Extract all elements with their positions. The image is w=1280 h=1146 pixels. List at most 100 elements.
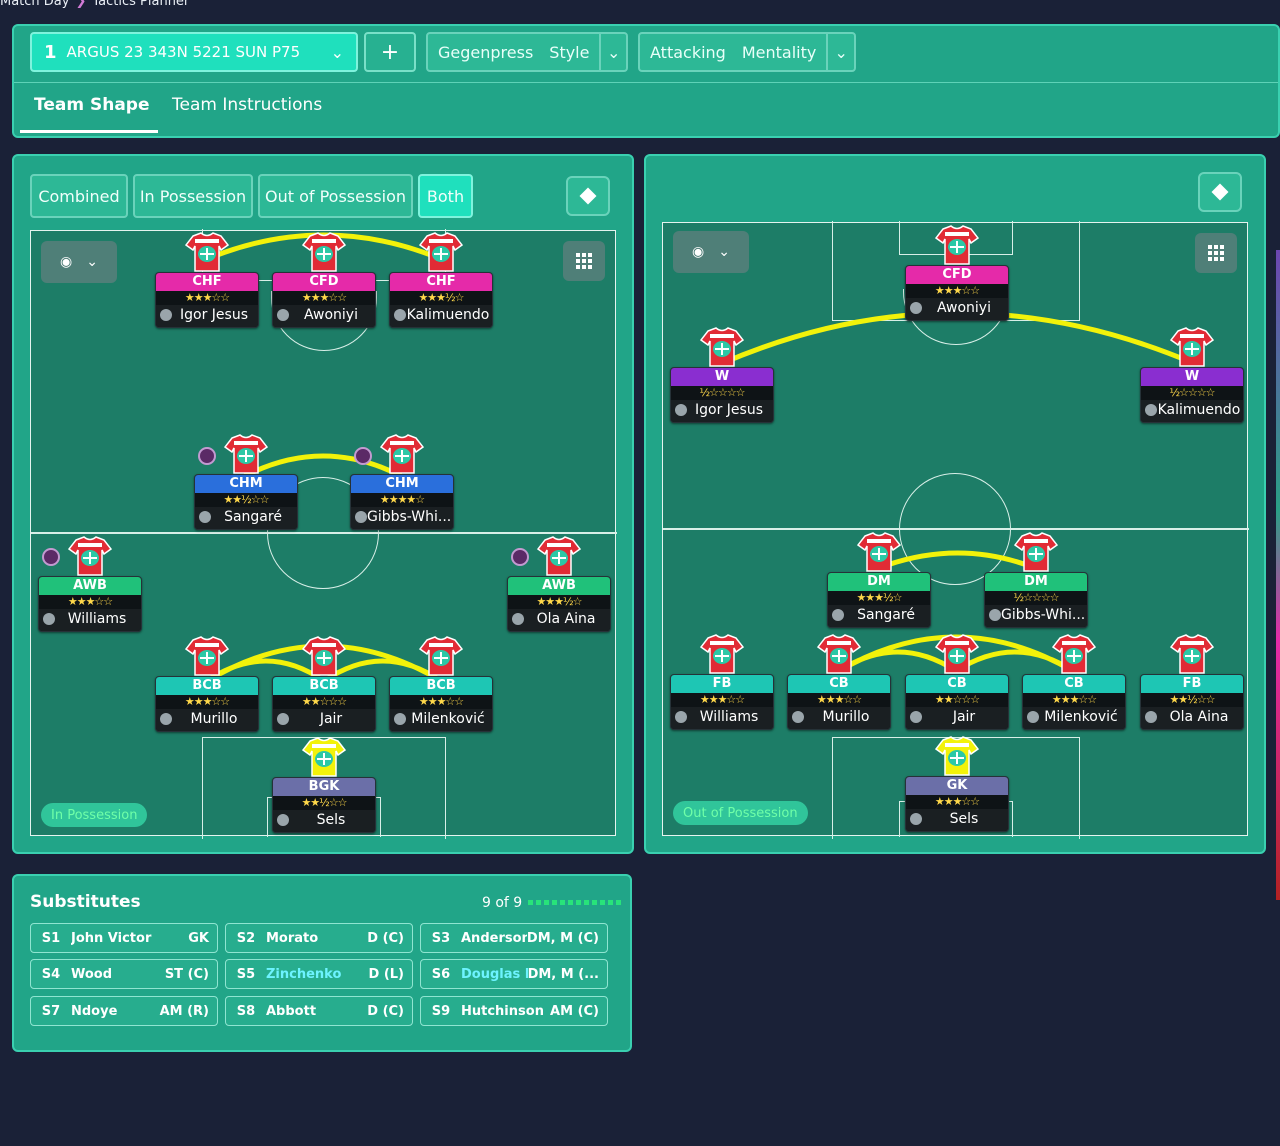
player-card[interactable]: BCB ★★★☆☆ Murillo xyxy=(155,676,259,732)
person-icon xyxy=(394,713,406,725)
player-shirt-icon[interactable] xyxy=(67,536,113,576)
substitute-slot[interactable]: S2 Morato D (C) xyxy=(225,923,413,953)
player-card[interactable]: CFD ★★★☆☆ Awoniyi xyxy=(272,272,376,328)
player-name-row: Jair xyxy=(273,709,375,731)
player-card[interactable]: BCB ★★★☆☆ Milenković xyxy=(389,676,493,732)
player-card[interactable]: CFD ★★★☆☆ Awoniyi xyxy=(905,265,1009,321)
player-shirt-icon[interactable] xyxy=(1051,634,1097,674)
tab-in-possession[interactable]: In Possession xyxy=(133,174,253,218)
role-rating-stars: ★★★☆☆ xyxy=(390,695,492,709)
player-name: Kalimuendo xyxy=(406,307,490,323)
player-shirt-icon[interactable] xyxy=(1169,634,1215,674)
player-shirt-icon[interactable] xyxy=(934,634,980,674)
player-shirt-icon[interactable] xyxy=(418,636,464,676)
style-dropdown[interactable]: Gegenpress Style ⌄ xyxy=(426,32,628,72)
substitute-slot[interactable]: S9 Hutchinson AM (C) xyxy=(420,996,608,1026)
breadcrumb-match-day[interactable]: Match Day xyxy=(0,0,69,9)
substitute-slot[interactable]: S5 Zinchenko D (L) xyxy=(225,959,413,989)
player-card[interactable]: DM ½☆☆☆☆ Gibbs-Whi... xyxy=(984,572,1088,628)
sub-player-position: ST (C) xyxy=(164,966,209,982)
player-card[interactable]: CHM ★★★★☆ Gibbs-Whi... xyxy=(350,474,454,530)
player-shirt-icon[interactable] xyxy=(301,232,347,272)
tab-both[interactable]: Both xyxy=(418,174,473,218)
person-icon xyxy=(160,309,172,321)
instruction-indicator-icon[interactable] xyxy=(511,548,529,566)
tactic-selector[interactable]: 1 ARGUS 23 343N 5221 SUN P75 ⌄ xyxy=(30,32,358,72)
substitute-slot[interactable]: S6 Douglas L...DM, M (... xyxy=(420,959,608,989)
player-shirt-icon[interactable] xyxy=(934,225,980,265)
side-strip xyxy=(1276,250,1280,900)
player-shirt-icon[interactable] xyxy=(223,434,269,474)
mentality-value: Attacking xyxy=(650,42,726,62)
player-shirt-icon[interactable] xyxy=(184,232,230,272)
substitute-slot[interactable]: S7 Ndoye AM (R) xyxy=(30,996,218,1026)
view-options-button[interactable]: ◉ ⌄ xyxy=(41,241,117,283)
rotate-view-button[interactable] xyxy=(1198,172,1242,212)
player-card[interactable]: CB ★★★☆☆ Milenković xyxy=(1022,674,1126,730)
breadcrumb-tactics-planner[interactable]: Tactics Planner xyxy=(92,0,189,9)
tab-team-shape[interactable]: Team Shape xyxy=(34,95,150,115)
player-name-row: Sangaré xyxy=(195,507,297,529)
player-role: CB xyxy=(906,675,1008,693)
player-shirt-icon[interactable] xyxy=(536,536,582,576)
player-name-row: Igor Jesus xyxy=(671,400,773,422)
player-card[interactable]: GK ★★★☆☆ Sels xyxy=(905,776,1009,832)
player-shirt-icon[interactable] xyxy=(816,634,862,674)
player-card[interactable]: AWB ★★★½☆ Ola Aina xyxy=(507,576,611,632)
player-shirt-icon[interactable] xyxy=(301,737,347,777)
view-options-button[interactable]: ◉ ⌄ xyxy=(673,231,749,273)
player-name-row: Milenković xyxy=(390,709,492,731)
player-card[interactable]: BGK ★★½☆☆ Sels xyxy=(272,777,376,833)
person-icon xyxy=(394,309,406,321)
player-card[interactable]: CHM ★★½☆☆ Sangaré xyxy=(194,474,298,530)
grid-view-button[interactable] xyxy=(563,241,605,281)
substitute-slot[interactable]: S8 Abbott D (C) xyxy=(225,996,413,1026)
substitute-slot[interactable]: S4 Wood ST (C) xyxy=(30,959,218,989)
add-tactic-button[interactable]: + xyxy=(364,32,416,72)
player-card[interactable]: CB ★★☆☆☆ Jair xyxy=(905,674,1009,730)
role-rating-stars: ★★★★☆ xyxy=(351,493,453,507)
sub-player-position: D (L) xyxy=(368,966,404,982)
player-card[interactable]: FB ★★★☆☆ Williams xyxy=(670,674,774,730)
player-card[interactable]: BCB ★★☆☆☆ Jair xyxy=(272,676,376,732)
player-card[interactable]: CHF ★★★½☆ Kalimuendo xyxy=(389,272,493,328)
player-card[interactable]: CHF ★★★☆☆ Igor Jesus xyxy=(155,272,259,328)
sub-slot-number: S5 xyxy=(236,966,256,982)
player-shirt-icon[interactable] xyxy=(418,232,464,272)
player-role: CFD xyxy=(906,266,1008,284)
instruction-indicator-icon[interactable] xyxy=(198,447,216,465)
substitute-slot[interactable]: S3 Anderson DM, M (C) xyxy=(420,923,608,953)
mentality-dropdown[interactable]: Attacking Mentality ⌄ xyxy=(638,32,856,72)
player-name: Williams xyxy=(67,611,127,627)
tab-out-of-possession[interactable]: Out of Possession xyxy=(258,174,413,218)
tab-combined[interactable]: Combined xyxy=(30,174,128,218)
role-rating-stars: ★★☆☆☆ xyxy=(906,693,1008,707)
player-shirt-icon[interactable] xyxy=(699,327,745,367)
player-card[interactable]: W ½☆☆☆☆ Kalimuendo xyxy=(1140,367,1244,423)
player-card[interactable]: AWB ★★★☆☆ Williams xyxy=(38,576,142,632)
player-card[interactable]: DM ★★★½☆ Sangaré xyxy=(827,572,931,628)
substitute-slot[interactable]: S1 John Victor GK xyxy=(30,923,218,953)
player-shirt-icon[interactable] xyxy=(934,736,980,776)
player-card[interactable]: CB ★★★☆☆ Murillo xyxy=(787,674,891,730)
instruction-indicator-icon[interactable] xyxy=(354,447,372,465)
rotate-view-button[interactable] xyxy=(566,176,610,216)
substitutes-indicator xyxy=(528,900,621,905)
player-shirt-icon[interactable] xyxy=(856,532,902,572)
player-shirt-icon[interactable] xyxy=(1169,327,1215,367)
grid-view-button[interactable] xyxy=(1195,233,1237,273)
player-shirt-icon[interactable] xyxy=(379,434,425,474)
player-name-row: Ola Aina xyxy=(508,609,610,631)
player-card[interactable]: FB ★★½☆☆ Ola Aina xyxy=(1140,674,1244,730)
player-shirt-icon[interactable] xyxy=(301,636,347,676)
player-card[interactable]: W ½☆☆☆☆ Igor Jesus xyxy=(670,367,774,423)
player-shirt-icon[interactable] xyxy=(1013,532,1059,572)
diamond-icon xyxy=(1211,183,1229,201)
role-rating-stars: ★★★☆☆ xyxy=(39,595,141,609)
player-shirt-icon[interactable] xyxy=(184,636,230,676)
player-name: Awoniyi xyxy=(937,300,991,316)
instruction-indicator-icon[interactable] xyxy=(42,548,60,566)
role-rating-stars: ★★★☆☆ xyxy=(156,291,258,305)
player-shirt-icon[interactable] xyxy=(699,634,745,674)
tab-team-instructions[interactable]: Team Instructions xyxy=(172,95,322,115)
